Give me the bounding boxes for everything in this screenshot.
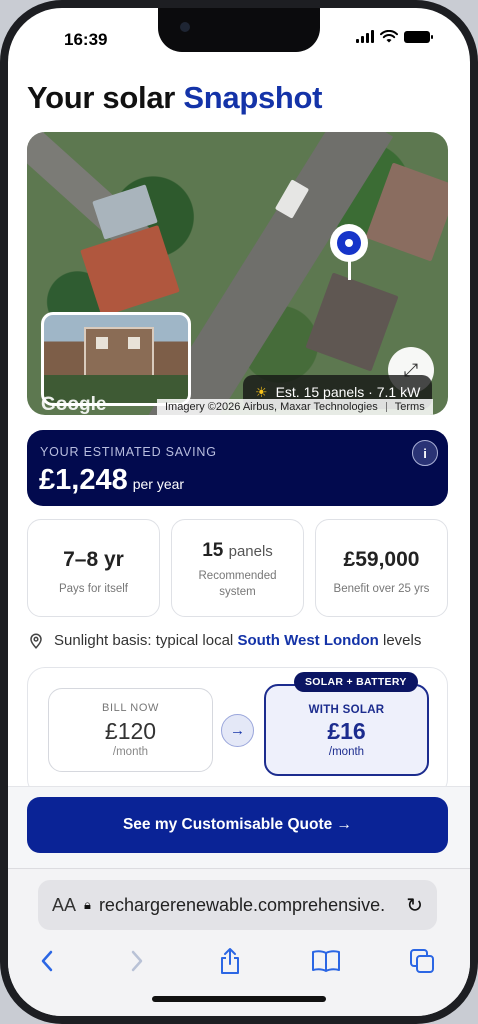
status-icons [356,30,433,43]
bill-comparison-card: BILL NOW £120 /month → WITH SOLAR £16 /m… [27,667,448,797]
stat-label: Pays for itself [58,583,129,595]
stat-label: Recommended system [198,570,277,598]
imagery-credit: Imagery ©2026 Airbus, Maxar Technologies [165,401,378,413]
stat-value: 15 panels [172,540,303,562]
sun-icon: ☀ [255,383,268,400]
stat-card-payback: 7–8 yr Pays for itself [27,519,160,617]
lock-icon: 🔒︎ [84,897,91,912]
bill-now-box: BILL NOW £120 /month [48,688,213,772]
tabs-icon[interactable] [405,944,439,978]
imagery-attribution: Imagery ©2026 Airbus, Maxar Technologies… [157,399,433,415]
saving-amount: £1,248 per year [39,464,184,497]
map-roof [305,272,399,372]
phone-frame: 16:39 Your solar Snapshot Google ⤢ ☀ Est… [0,0,478,1024]
bill-now-label: BILL NOW [102,702,159,714]
phone-screen: 16:39 Your solar Snapshot Google ⤢ ☀ Est… [8,8,470,1016]
text-size-button[interactable]: AA [52,895,76,916]
sunlight-basis: Sunlight basis: typical local South West… [28,632,421,649]
share-icon[interactable] [213,944,247,978]
satellite-map[interactable]: Google ⤢ ☀ Est. 15 panels · 7.1 kW Image… [27,132,448,415]
panels-estimate-text: Est. 15 panels · 7.1 kW [275,384,421,400]
reload-icon[interactable]: ↻ [406,893,423,918]
back-icon[interactable] [30,944,64,978]
sunlight-prefix: Sunlight basis: typical local [54,632,234,649]
sunlight-suffix: levels [382,632,422,649]
status-time: 16:39 [64,30,108,49]
location-pin-stem [348,260,351,280]
bill-now-amount: £120 [104,718,157,744]
see-quote-button[interactable]: See my Customisable Quote → [27,797,448,853]
saving-period: per year [132,476,185,492]
stat-label: Benefit over 25 yrs [333,583,430,595]
stat-value: £59,000 [343,548,420,571]
stat-card-panels: 15 panels Recommended system [171,519,304,617]
info-button[interactable]: i [412,440,438,466]
with-solar-period: /month [328,746,365,758]
google-logo: Google [41,394,107,415]
map-roof [80,225,180,317]
page-title-prefix: Your solar [27,80,176,115]
compare-arrow-icon: → [221,714,254,747]
info-icon: i [423,445,427,461]
address-bar[interactable]: AA 🔒︎ rechargerenewable.comprehensive. ↻ [38,880,437,930]
home-indicator [152,996,326,1002]
page-title-accent: Snapshot [183,80,323,115]
solar-battery-badge: SOLAR + BATTERY [294,672,418,692]
stat-number: 15 [202,540,224,561]
forward-icon[interactable] [120,944,154,978]
with-solar-box: WITH SOLAR £16 /month [264,684,429,776]
bookmarks-icon[interactable] [309,944,343,978]
saving-value: £1,248 [39,464,128,496]
street-view-house [84,327,154,377]
with-solar-label: WITH SOLAR [308,704,385,716]
saving-eyebrow: YOUR ESTIMATED SAVING [40,445,217,459]
terms-link[interactable]: Terms [395,401,425,413]
bill-now-period: /month [112,746,149,758]
wifi-icon [380,30,398,43]
street-view-thumbnail[interactable] [41,312,191,406]
sunlight-location: South West London [237,632,379,649]
page-title: Your solar Snapshot [27,80,322,116]
battery-icon [404,30,433,43]
estimated-saving-card: YOUR ESTIMATED SAVING £1,248 per year i [27,430,448,506]
stat-unit: panels [228,543,273,560]
with-solar-amount: £16 [327,718,366,744]
location-pin-icon [330,224,368,262]
stat-value: 7–8 yr [63,548,124,571]
map-pin-icon [30,632,42,649]
signal-icon [356,30,374,43]
camera-notch [158,8,320,52]
stat-card-benefit: £59,000 Benefit over 25 yrs [315,519,448,617]
url-text: rechargerenewable.comprehensive. [98,894,386,915]
map-roof [365,162,448,262]
